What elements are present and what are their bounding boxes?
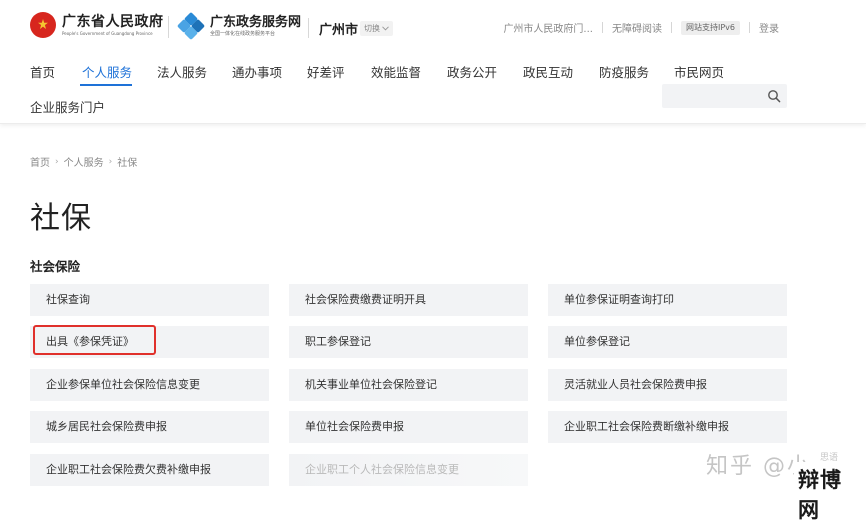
page-title: 社保 (30, 201, 92, 236)
nav-citizen-interaction[interactable]: 政民互动 (523, 62, 573, 81)
gov-subtitle: People's Government of Guangdong Provinc… (62, 31, 153, 36)
service-card-payment-certificate[interactable]: 社会保险费缴费证明开具 (289, 284, 528, 316)
header-divider (308, 18, 309, 38)
chevron-down-icon (382, 26, 389, 31)
city-switch-label: 切换 (364, 24, 380, 33)
city-switch-button[interactable]: 切换 (360, 21, 393, 36)
city-gov-link[interactable]: 广州市人民政府门... (494, 20, 602, 35)
link-divider (670, 22, 672, 33)
breadcrumb-personal-service[interactable]: 个人服务 (64, 154, 104, 169)
nav-home[interactable]: 首页 (30, 62, 55, 81)
top-links: 广州市人民政府门... 无障碍阅读 网站支持IPv6 登录 (494, 20, 788, 35)
service-card-enterprise-info-change[interactable]: 企业参保单位社会保险信息变更 (30, 369, 269, 401)
national-emblem-icon (30, 12, 56, 38)
service-card-interrupted-payment-declaration[interactable]: 企业职工社会保险费断缴补缴申报 (548, 411, 787, 443)
breadcrumb: 首页 › 个人服务 › 社保 (30, 154, 138, 170)
service-card-unit-insurance-certificate-print[interactable]: 单位参保证明查询打印 (548, 284, 787, 316)
search-icon[interactable] (767, 89, 781, 103)
nav-government-affairs[interactable]: 政务公开 (447, 62, 497, 81)
breadcrumb-separator-icon: › (108, 156, 113, 167)
gov-title: 广东省人民政府 (62, 14, 164, 30)
header-divider (168, 16, 169, 38)
nav-personal-service[interactable]: 个人服务 (82, 62, 132, 81)
nav-efficiency-supervision[interactable]: 效能监督 (371, 62, 421, 81)
search-input[interactable] (662, 84, 762, 108)
ipv6-badge: 网站支持IPv6 (680, 20, 740, 35)
service-logo[interactable]: 广东政务服务网 全国一体化在线政务服务平台 (176, 11, 302, 41)
city-name: 广州市 (319, 23, 359, 38)
nav-citizen-page[interactable]: 市民网页 (674, 62, 724, 81)
breadcrumb-home[interactable]: 首页 (30, 154, 50, 169)
service-card-urban-rural-declaration[interactable]: 城乡居民社会保险费申报 (30, 411, 269, 443)
site-header: 广东省人民政府 People's Government of Guangdong… (0, 0, 866, 124)
service-card-institution-registration[interactable]: 机关事业单位社会保险登记 (289, 369, 528, 401)
nav-enterprise-portal[interactable]: 企业服务门户 (30, 97, 105, 116)
service-card-unit-declaration[interactable]: 单位社会保险费申报 (289, 411, 528, 443)
service-subtitle: 全国一体化在线政务服务平台 (210, 31, 276, 37)
service-card-flexible-employment-declaration[interactable]: 灵活就业人员社会保险费申报 (548, 369, 787, 401)
highlight-box (33, 325, 156, 355)
nav-universal-matters[interactable]: 通办事项 (232, 62, 282, 81)
nav-epidemic-service[interactable]: 防疫服务 (599, 62, 649, 81)
search-box (662, 84, 787, 108)
gov-logo[interactable]: 广东省人民政府 People's Government of Guangdong… (30, 12, 164, 38)
breadcrumb-current: 社保 (117, 158, 138, 169)
service-card-unit-registration[interactable]: 单位参保登记 (548, 326, 787, 358)
nav-legal-person-service[interactable]: 法人服务 (157, 62, 207, 81)
nav-good-bad-review[interactable]: 好差评 (307, 62, 345, 81)
accessibility-link[interactable]: 无障碍阅读 (603, 20, 671, 35)
service-card-employee-registration[interactable]: 职工参保登记 (289, 326, 528, 358)
service-card-personal-info-change[interactable]: 企业职工个人社会保险信息变更 (289, 454, 528, 486)
section-title: 社会保险 (30, 259, 81, 274)
service-card-social-security-query[interactable]: 社保查询 (30, 284, 269, 316)
login-link[interactable]: 登录 (750, 20, 788, 35)
corner-logo: 辩博网 (794, 462, 866, 526)
nav-active-indicator (80, 84, 132, 86)
service-card-arrears-payment-declaration[interactable]: 企业职工社会保险费欠费补缴申报 (30, 454, 269, 486)
service-title: 广东政务服务网 (210, 15, 302, 30)
breadcrumb-separator-icon: › (55, 156, 59, 167)
service-network-logo-icon (176, 11, 206, 41)
